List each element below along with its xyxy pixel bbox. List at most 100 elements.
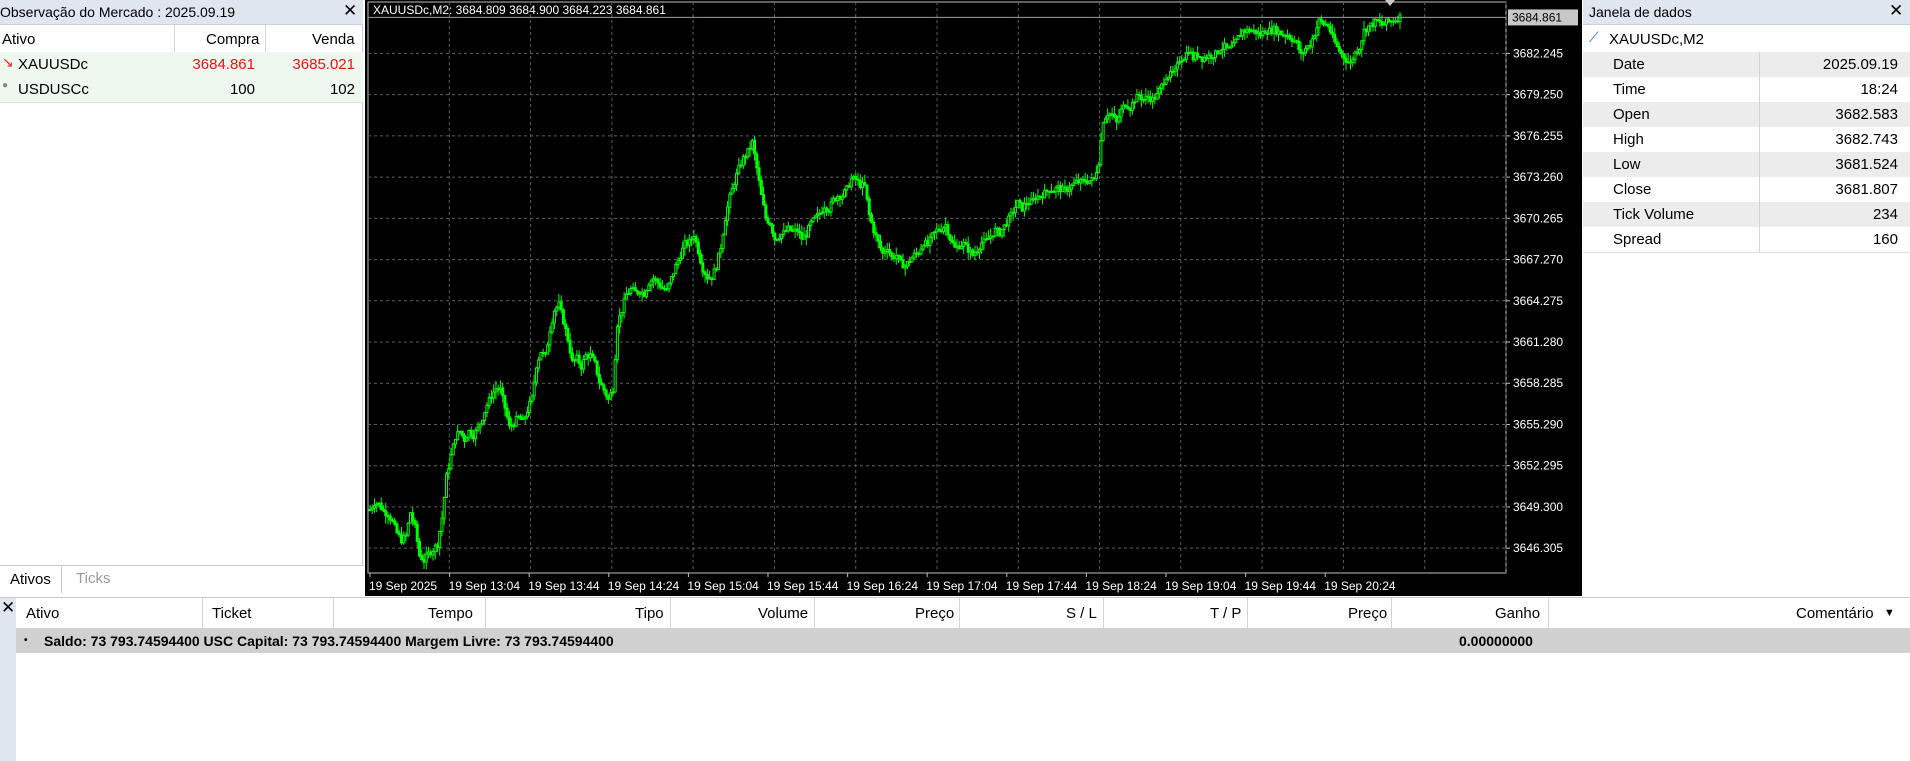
- candle-body: [894, 254, 898, 260]
- column-header-symbol[interactable]: Ativo: [2, 31, 35, 48]
- candle-body: [701, 262, 705, 273]
- candle-body: [629, 288, 633, 294]
- candle-body: [863, 182, 867, 186]
- candle-body: [1250, 30, 1254, 33]
- candle-body: [721, 234, 725, 250]
- candle-body: [1313, 35, 1317, 40]
- candle-body: [660, 286, 664, 289]
- candle-body: [1292, 40, 1296, 43]
- candle-body: [1070, 184, 1074, 190]
- candle-body: [944, 224, 948, 229]
- candle-body: [885, 249, 889, 253]
- balance-row[interactable]: • Saldo: 73 793.74594400 USC Capital: 73…: [16, 629, 1910, 653]
- market-row-xauusdc[interactable]: ↘ XAUUSDc 3684.861 3685.021: [0, 52, 363, 78]
- column-header[interactable]: T / P: [1210, 605, 1241, 622]
- candle-body: [510, 424, 514, 427]
- candle-body: [759, 179, 763, 196]
- candle-body: [451, 443, 455, 456]
- candle-body: [1380, 21, 1384, 26]
- dropdown-arrow-icon[interactable]: ▼: [1884, 607, 1895, 619]
- candle-body: [595, 360, 599, 375]
- time-label: 19 Sep 19:44: [1245, 579, 1317, 593]
- candle-body: [1187, 52, 1191, 55]
- candle-body: [905, 261, 909, 267]
- close-icon[interactable]: ✕: [1889, 2, 1903, 20]
- candle-body: [1344, 57, 1348, 63]
- candle-body: [1126, 106, 1130, 110]
- candle-body: [640, 291, 644, 295]
- data-window-panel: Janela de dados ✕ ⟋ XAUUSDc,M2 Date 2025.…: [1583, 0, 1910, 260]
- candle-body: [784, 230, 788, 233]
- candle-body: [597, 373, 601, 384]
- candle-body: [1214, 50, 1218, 59]
- tab-ticks[interactable]: Ticks: [66, 566, 120, 592]
- candle-body: [1369, 22, 1373, 27]
- candle-body: [750, 139, 754, 149]
- column-header[interactable]: Volume: [758, 605, 808, 622]
- candle-body: [809, 220, 813, 227]
- column-header[interactable]: Preço: [915, 605, 954, 622]
- column-divider: [1759, 127, 1760, 152]
- candle-body: [568, 340, 572, 354]
- candle-body: [1317, 18, 1321, 29]
- candle-body: [1310, 38, 1314, 48]
- column-header[interactable]: Tempo: [428, 605, 473, 622]
- candle-body: [971, 249, 975, 256]
- price-label: 3655.290: [1513, 417, 1563, 431]
- tab-ativos[interactable]: Ativos: [0, 566, 62, 593]
- column-divider: [1759, 202, 1760, 227]
- candle-body: [1364, 28, 1368, 33]
- market-row-usduscc[interactable]: ● USDUSCc 100 102: [0, 77, 363, 103]
- candle-body: [980, 242, 984, 250]
- column-header[interactable]: Ganho: [1495, 605, 1540, 622]
- candle-body: [512, 424, 516, 427]
- column-header[interactable]: Comentário: [1796, 605, 1874, 622]
- price-label: 3664.275: [1513, 294, 1563, 308]
- candle-body: [1088, 180, 1092, 184]
- data-key: Close: [1613, 181, 1652, 198]
- candle-body: [730, 187, 734, 195]
- candle-body: [613, 359, 617, 393]
- column-header[interactable]: Preço: [1348, 605, 1387, 622]
- column-header[interactable]: S / L: [1066, 605, 1097, 622]
- data-value: 3682.583: [1835, 106, 1898, 123]
- candle-body: [1130, 101, 1134, 111]
- candle-body: [408, 512, 412, 524]
- candle-body: [710, 277, 714, 281]
- candle-body: [1079, 178, 1083, 184]
- candle-body: [422, 559, 426, 563]
- candle-body: [1137, 93, 1141, 96]
- candle-body: [1184, 52, 1188, 60]
- candle-body: [746, 148, 750, 158]
- candle-body: [663, 287, 667, 290]
- candle-body: [766, 217, 770, 224]
- candle-body: [1274, 25, 1278, 35]
- candle-body: [827, 210, 831, 213]
- column-header[interactable]: Ativo: [26, 605, 59, 622]
- candle-body: [681, 247, 685, 259]
- candle-body: [896, 254, 900, 257]
- price-label: 3652.295: [1513, 459, 1563, 473]
- candle-body: [1063, 186, 1067, 189]
- candle-body: [449, 454, 453, 470]
- column-header-bid[interactable]: Compra: [206, 31, 259, 48]
- column-header-ask[interactable]: Venda: [312, 31, 355, 48]
- column-header[interactable]: Ticket: [212, 605, 251, 622]
- candle-body: [807, 225, 811, 238]
- candle-body: [636, 290, 640, 294]
- time-label: 19 Sep 15:04: [687, 579, 759, 593]
- price-chart[interactable]: XAUUSDc,M2: 3684.809 3684.900 3684.223 3…: [365, 0, 1582, 596]
- candle-body: [1106, 114, 1110, 120]
- candle-body: [372, 505, 376, 509]
- candle-body: [1254, 29, 1258, 35]
- close-icon[interactable]: ✕: [1, 599, 15, 617]
- candle-body: [1394, 20, 1398, 23]
- candle-body: [548, 331, 552, 346]
- candle-body: [1072, 182, 1076, 186]
- close-icon[interactable]: ✕: [343, 2, 357, 20]
- candle-body: [1029, 199, 1033, 205]
- candle-body: [726, 206, 730, 222]
- candle-body: [476, 426, 480, 431]
- candle-body: [717, 252, 721, 270]
- column-header[interactable]: Tipo: [635, 605, 664, 622]
